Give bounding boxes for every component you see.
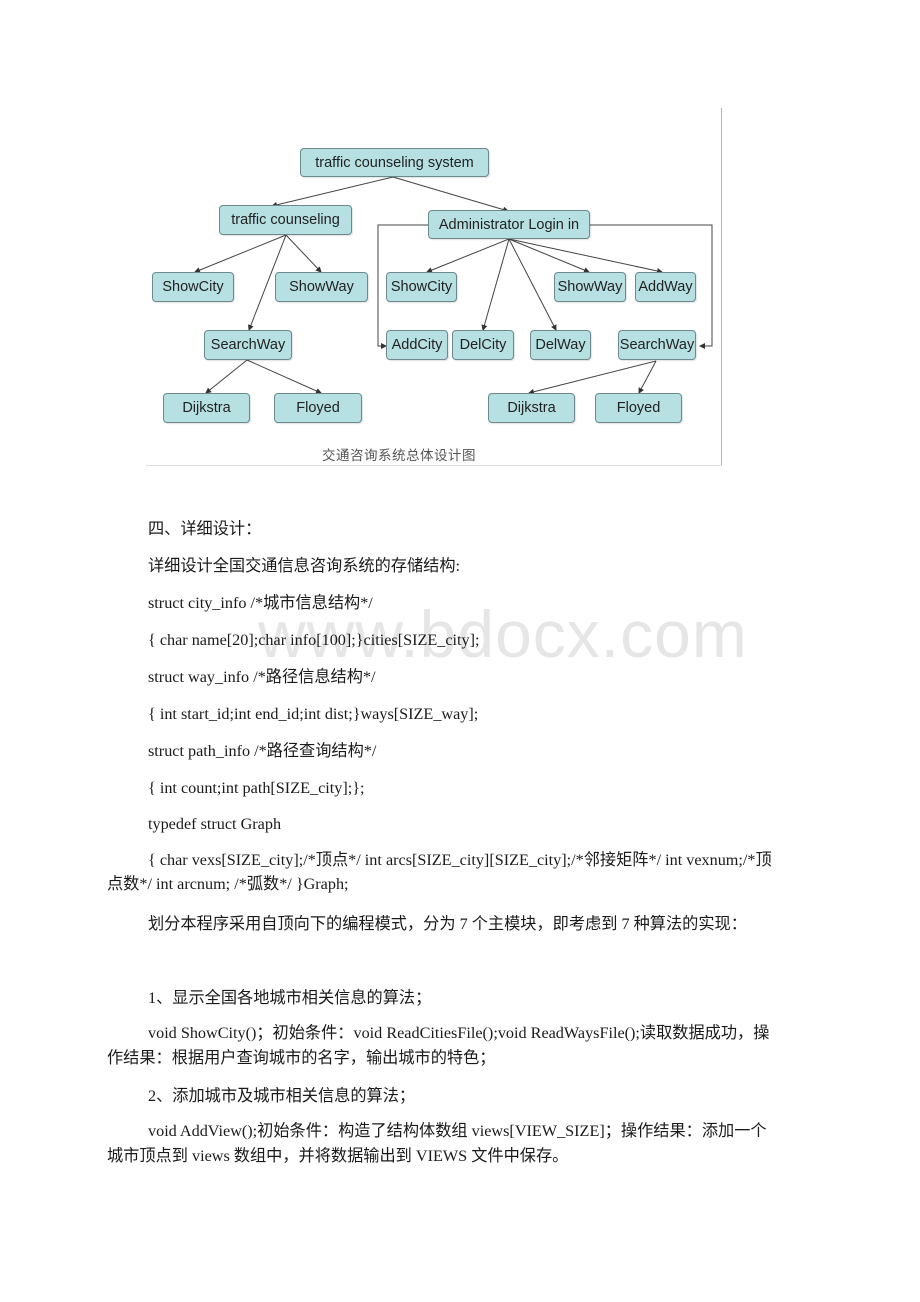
item-2-title: 2、添加城市及城市相关信息的算法； [148, 1087, 416, 1105]
section-intro: 详细设计全国交通信息咨询系统的存储结构: [148, 557, 461, 575]
node-ad-showway: ShowWay [554, 272, 626, 302]
node-ad-delway: DelWay [530, 330, 591, 360]
node-ad-addway: AddWay [635, 272, 696, 302]
code-line: struct city_info /*城市信息结构*/ [148, 594, 373, 612]
item-1-body: void ShowCity()；初始条件：void ReadCitiesFile… [107, 1024, 770, 1067]
node-ad-floyed: Floyed [595, 393, 682, 423]
edge-ad-dijkstra [528, 360, 657, 395]
edge-root-traffic [271, 176, 394, 208]
node-ad-addcity: AddCity [386, 330, 448, 360]
edge-root-admin [392, 176, 509, 213]
modules-intro: 划分本程序采用自顶向下的编程模式，分为 7 个主模块，即考虑到 7 种算法的实现… [148, 915, 747, 933]
edge-tc-showcity [194, 234, 287, 273]
node-tc-dijkstra: Dijkstra [163, 393, 250, 423]
diagram-caption: 交通咨询系统总体设计图 [322, 448, 476, 463]
diagram-frame-right [721, 108, 722, 466]
edge-tc-dijkstra [205, 359, 248, 394]
code-line: struct way_info /*路径信息结构*/ [148, 668, 376, 686]
system-design-diagram: traffic counseling system traffic counse… [140, 108, 722, 466]
node-tc-showcity: ShowCity [152, 272, 234, 302]
node-ad-delcity: DelCity [452, 330, 514, 360]
item-1-title: 1、显示全国各地城市相关信息的算法； [148, 989, 432, 1007]
edge-ad-floyed [638, 360, 657, 394]
code-line: { char name[20];char info[100];}cities[S… [148, 631, 480, 649]
code-line: struct path_info /*路径查询结构*/ [148, 742, 377, 760]
edge-tc-showway [285, 234, 322, 273]
edge-ad-showway [508, 238, 590, 273]
edge-ad-delcity [481, 238, 510, 331]
edge-ad-delway [508, 238, 557, 331]
edge-ad-addway [508, 238, 663, 274]
section-heading: 四、详细设计： [148, 520, 262, 538]
node-ad-showcity: ShowCity [386, 272, 457, 302]
code-line: { int start_id;int end_id;int dist;}ways… [148, 705, 479, 723]
node-administrator-login: Administrator Login in [428, 210, 590, 239]
code-line: typedef struct Graph [148, 815, 282, 833]
edge-ad-showcity [426, 238, 510, 273]
node-tc-searchway: SearchWay [204, 330, 292, 360]
node-tc-showway: ShowWay [275, 272, 368, 302]
item-2-body: void AddView();初始条件：构造了结构体数组 views[VIEW_… [107, 1122, 767, 1165]
node-traffic-counseling: traffic counseling [219, 205, 352, 235]
node-tc-floyed: Floyed [274, 393, 362, 423]
diagram-frame-bottom [146, 465, 722, 466]
graph-definition: { char vexs[SIZE_city];/*顶点*/ int arcs[S… [107, 851, 772, 893]
node-traffic-counseling-system: traffic counseling system [300, 148, 489, 177]
edge-tc-floyed [246, 359, 322, 394]
node-ad-searchway: SearchWay [618, 330, 696, 360]
code-line: { int count;int path[SIZE_city];}; [148, 779, 365, 797]
node-ad-dijkstra: Dijkstra [488, 393, 575, 423]
